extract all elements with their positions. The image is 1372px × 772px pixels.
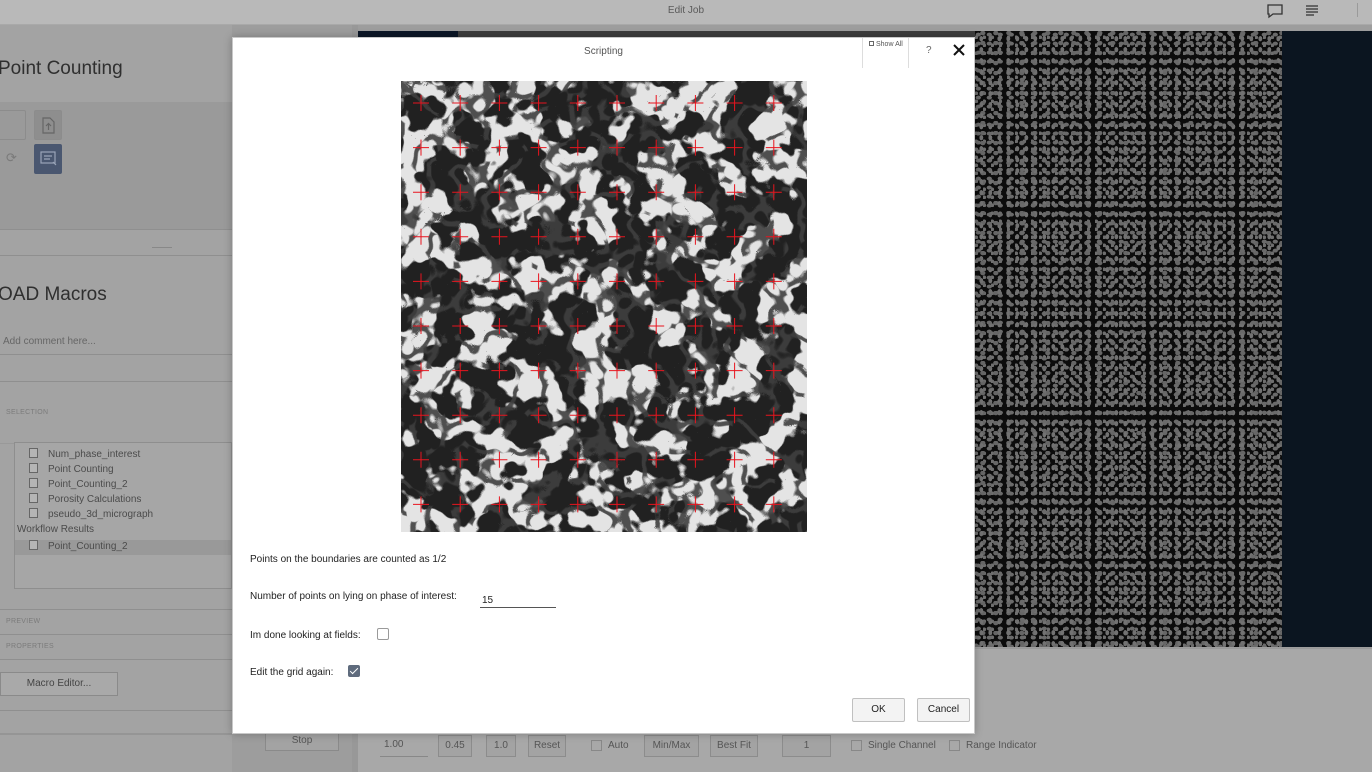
comment-icon[interactable] bbox=[1265, 3, 1285, 19]
done-label: Im done looking at fields: bbox=[250, 630, 361, 641]
refresh-icon[interactable]: ⟳ bbox=[6, 150, 17, 166]
stop-button[interactable]: Stop bbox=[265, 731, 339, 751]
toolbox-area: ⟳ bbox=[0, 102, 232, 229]
menu-icon[interactable] bbox=[1302, 3, 1322, 19]
gamma-field[interactable]: 0.45 bbox=[438, 735, 472, 757]
range-indicator-label: Range Indicator bbox=[966, 740, 1037, 751]
document-icon bbox=[29, 508, 38, 518]
show-all-toggle[interactable]: Show All bbox=[862, 38, 909, 68]
cancel-button[interactable]: Cancel bbox=[917, 698, 970, 722]
auto-checkbox[interactable] bbox=[591, 740, 602, 751]
divider bbox=[0, 255, 232, 256]
checkbox-icon bbox=[869, 41, 874, 46]
done-checkbox[interactable] bbox=[377, 628, 389, 640]
macros-heading: OAD Macros bbox=[0, 284, 107, 305]
minmax-button[interactable]: Min/Max bbox=[644, 735, 699, 757]
preview-label[interactable]: PREVIEW bbox=[6, 618, 40, 625]
document-icon bbox=[29, 540, 38, 550]
single-channel-checkbox[interactable] bbox=[851, 740, 862, 751]
document-icon bbox=[29, 463, 38, 473]
divider bbox=[0, 710, 232, 711]
edit-grid-checkbox[interactable] bbox=[348, 665, 360, 677]
workflow-results-group[interactable]: Workflow Results bbox=[17, 524, 94, 539]
micrograph-view bbox=[975, 31, 1282, 647]
selection-label: SELECTION bbox=[6, 409, 49, 416]
help-button[interactable]: ? bbox=[926, 45, 932, 56]
contrast-field[interactable]: 1.0 bbox=[486, 735, 516, 757]
edit-grid-label: Edit the grid again: bbox=[250, 667, 334, 678]
bestfit-button[interactable]: Best Fit bbox=[710, 735, 758, 757]
channel-selector[interactable]: 1 bbox=[782, 735, 831, 757]
document-icon bbox=[29, 478, 38, 488]
tree-item[interactable]: pseudo_3d_micrograph bbox=[15, 508, 153, 523]
properties-label[interactable]: PROPERTIES bbox=[6, 643, 54, 650]
comment-input[interactable]: Add comment here... bbox=[3, 336, 96, 347]
divider bbox=[0, 659, 232, 660]
macro-editor-button[interactable]: Macro Editor... bbox=[0, 672, 118, 696]
panel-heading: Point Counting bbox=[0, 58, 123, 79]
macro-tree: Num_phase_interest Point Counting Point_… bbox=[14, 442, 232, 589]
divider bbox=[0, 609, 232, 610]
close-icon[interactable] bbox=[952, 41, 966, 61]
document-icon bbox=[29, 448, 38, 458]
tree-item[interactable]: Point Counting bbox=[15, 463, 114, 478]
left-panel: Point Counting ⟳ OAD Macros Add comment … bbox=[0, 25, 232, 772]
drag-handle[interactable] bbox=[152, 247, 172, 248]
export-icon[interactable] bbox=[34, 110, 62, 140]
auto-label: Auto bbox=[608, 740, 629, 751]
divider bbox=[0, 229, 232, 230]
script-view-icon[interactable] bbox=[34, 144, 62, 174]
scripting-dialog: Scripting Show All ? Points on the bound… bbox=[232, 37, 975, 734]
reset-button[interactable]: Reset bbox=[528, 735, 566, 757]
image-background bbox=[1282, 31, 1372, 647]
micrograph-grid-image[interactable] bbox=[401, 81, 807, 532]
tree-item[interactable]: Porosity Calculations bbox=[15, 493, 141, 508]
window-separator bbox=[1348, 3, 1358, 17]
window-title: Edit Job bbox=[667, 5, 705, 16]
zoom-input[interactable]: 1.00 bbox=[380, 735, 428, 757]
divider bbox=[0, 381, 232, 382]
divider bbox=[0, 354, 232, 355]
points-count-input[interactable] bbox=[480, 590, 556, 608]
tree-item[interactable]: Num_phase_interest bbox=[15, 448, 140, 463]
title-bar: Edit Job bbox=[0, 0, 1372, 25]
divider bbox=[0, 634, 232, 635]
single-channel-label: Single Channel bbox=[868, 740, 936, 751]
grid-overlay bbox=[401, 81, 807, 532]
ok-button[interactable]: OK bbox=[852, 698, 905, 722]
tree-item-selected[interactable]: Point_Counting_2 bbox=[15, 540, 231, 555]
points-label: Number of points on lying on phase of in… bbox=[250, 591, 457, 602]
boundary-note: Points on the boundaries are counted as … bbox=[250, 554, 447, 565]
divider bbox=[0, 733, 232, 735]
tree-item[interactable]: Point_Counting_2 bbox=[15, 478, 128, 493]
tool-button[interactable] bbox=[0, 110, 26, 140]
document-icon bbox=[29, 493, 38, 503]
range-indicator-checkbox[interactable] bbox=[949, 740, 960, 751]
